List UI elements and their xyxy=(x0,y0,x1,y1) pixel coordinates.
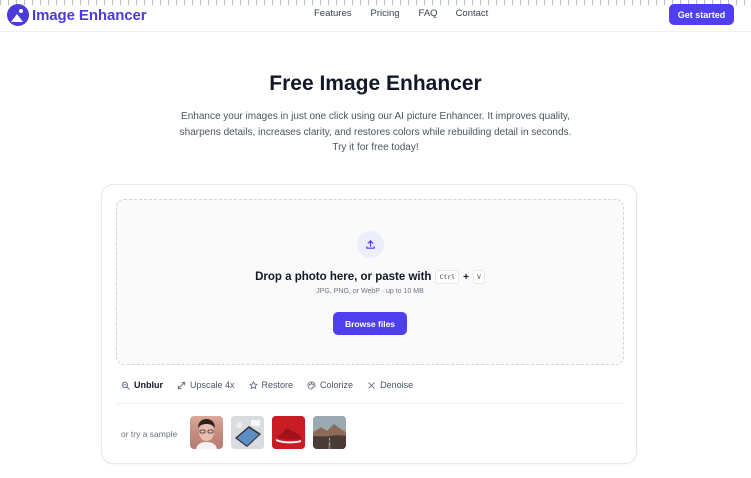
star-icon xyxy=(248,380,258,389)
dropzone-hint: JPG, PNG, or WebP · up to 10 MB xyxy=(316,288,424,295)
tool-unblur[interactable]: Unblur xyxy=(121,380,163,390)
sample-thumb-sneaker[interactable] xyxy=(272,416,305,449)
kbd-plus: + xyxy=(463,271,469,283)
nav-link-features[interactable]: Features xyxy=(314,8,352,19)
subtitle-line-2: sharpens details, increases clarity, and… xyxy=(179,126,572,138)
magnify-icon xyxy=(121,381,130,390)
nav-link-faq[interactable]: FAQ xyxy=(419,8,438,19)
expand-icon xyxy=(177,381,186,389)
sample-thumb-portrait[interactable] xyxy=(190,416,223,449)
sample-label: or try a sample xyxy=(121,429,178,439)
tool-upscale-label: Upscale 4x xyxy=(190,380,235,390)
kbd-v: V xyxy=(472,270,485,284)
tool-denoise[interactable]: Denoise xyxy=(367,380,413,390)
palette-icon xyxy=(307,380,316,390)
tool-colorize[interactable]: Colorize xyxy=(307,380,353,390)
sample-thumb-laptop[interactable] xyxy=(231,416,264,449)
nav-link-contact[interactable]: Contact xyxy=(456,8,489,19)
page-title: Free Image Enhancer xyxy=(269,72,482,95)
tool-unblur-label: Unblur xyxy=(134,380,163,390)
upload-icon xyxy=(357,231,384,258)
tool-upscale[interactable]: Upscale 4x xyxy=(177,380,235,390)
divider xyxy=(116,403,624,404)
dropzone-title-text: Drop a photo here, or paste with xyxy=(255,271,432,283)
kbd-ctrl: Ctrl xyxy=(435,270,460,284)
subtitle-line-3: Try it for free today! xyxy=(332,142,419,153)
dropzone[interactable]: Drop a photo here, or paste with Ctrl + … xyxy=(116,199,624,365)
get-started-button[interactable]: Get started xyxy=(669,4,734,25)
nav-links: Features Pricing FAQ Contact xyxy=(314,8,488,19)
top-navbar: Image Enhancer Features Pricing FAQ Cont… xyxy=(0,0,751,32)
nav-link-pricing[interactable]: Pricing xyxy=(371,8,400,19)
logo-icon xyxy=(7,4,29,26)
dropzone-title: Drop a photo here, or paste with Ctrl + … xyxy=(117,270,623,284)
tool-restore[interactable]: Restore xyxy=(248,380,294,390)
tool-denoise-label: Denoise xyxy=(380,380,414,390)
sample-thumb-landscape[interactable] xyxy=(313,416,346,449)
tool-tabs: Unblur Upscale 4x Restore Colorize Denoi… xyxy=(121,380,427,390)
x-icon xyxy=(368,381,375,389)
logo[interactable]: Image Enhancer xyxy=(7,4,147,26)
tool-colorize-label: Colorize xyxy=(320,380,354,390)
logo-text: Image Enhancer xyxy=(32,6,147,24)
browse-files-button[interactable]: Browse files xyxy=(333,312,407,335)
page-subtitle: Enhance your images in just one click us… xyxy=(160,109,591,156)
upload-card: Drop a photo here, or paste with Ctrl + … xyxy=(101,184,637,464)
subtitle-line-1: Enhance your images in just one click us… xyxy=(181,111,570,122)
tool-restore-label: Restore xyxy=(261,380,294,390)
